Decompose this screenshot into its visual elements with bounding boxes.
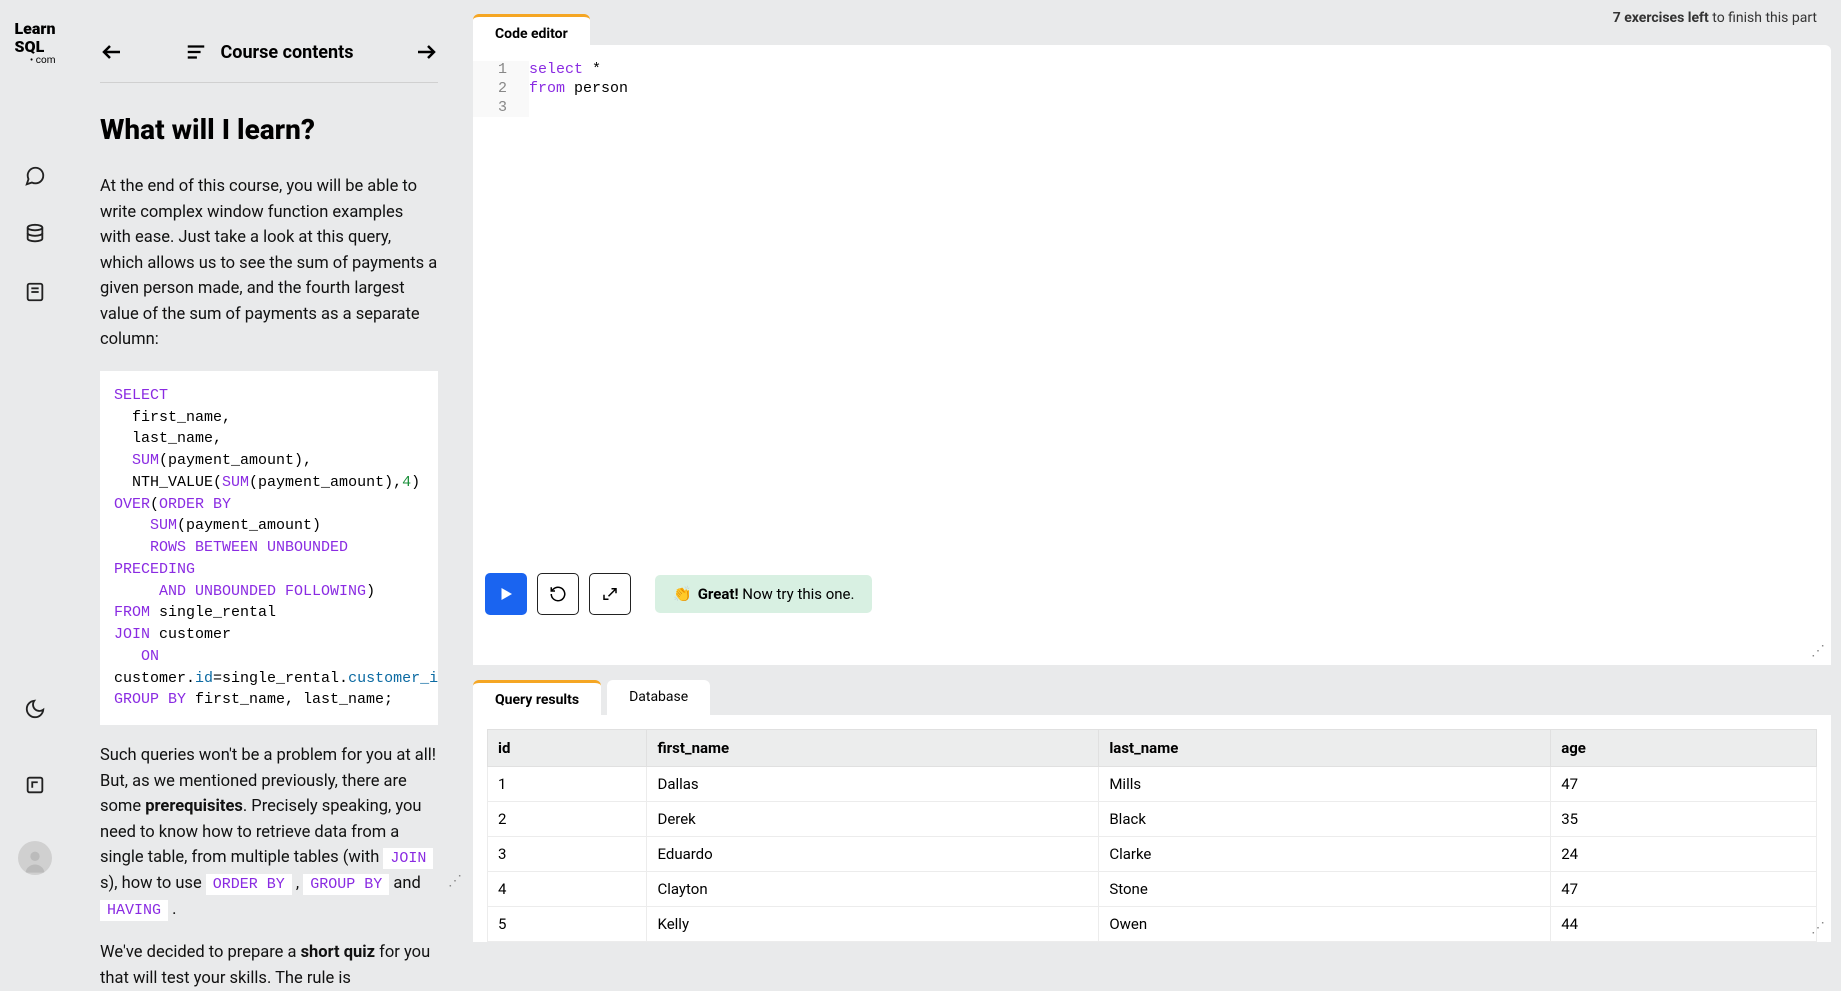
results-panel: id first_name last_name age 1DallasMills… — [473, 715, 1831, 942]
menu-icon — [185, 41, 207, 63]
table-row: 3EduardoClarke24 — [488, 837, 1817, 872]
fullscreen-icon[interactable] — [15, 765, 55, 805]
exercises-remaining: 7 exercises left to finish this part — [1613, 10, 1817, 26]
line-gutter: 1 2 3 — [473, 61, 529, 117]
tab-database[interactable]: Database — [607, 680, 710, 715]
code-editor-panel: 1 2 3 select * from person 👏 Great! Now … — [473, 45, 1831, 665]
share-button[interactable] — [589, 573, 631, 615]
table-row: 5KellyOwen44 — [488, 907, 1817, 942]
col-id: id — [488, 730, 647, 767]
avatar[interactable] — [18, 841, 52, 875]
database-icon[interactable] — [15, 214, 55, 254]
results-table: id first_name last_name age 1DallasMills… — [487, 729, 1817, 942]
col-last-name: last_name — [1099, 730, 1551, 767]
code-textarea[interactable]: select * from person — [529, 61, 1821, 99]
feedback-banner: 👏 Great! Now try this one. — [655, 575, 872, 613]
table-row: 4ClaytonStone47 — [488, 872, 1817, 907]
example-sql-block: SELECT first_name, last_name, SUM(paymen… — [100, 371, 438, 725]
lesson-paragraph-1: At the end of this course, you will be a… — [100, 174, 438, 353]
run-button[interactable] — [485, 573, 527, 615]
clap-icon: 👏 — [673, 585, 692, 603]
tab-code-editor[interactable]: Code editor — [473, 14, 590, 49]
logo-line1: Learn — [15, 19, 56, 38]
resize-handle-icon[interactable]: ⋰ — [448, 873, 462, 889]
resize-handle-icon[interactable]: ⋰ — [1811, 643, 1825, 659]
course-contents-link[interactable]: Course contents — [221, 42, 354, 63]
resize-handle-icon[interactable]: ⋰ — [1811, 920, 1825, 936]
page-title: What will I learn? — [100, 113, 438, 146]
reset-button[interactable] — [537, 573, 579, 615]
logo-line2: SQL — [15, 37, 45, 56]
chat-icon[interactable] — [15, 156, 55, 196]
lesson-paragraph-2: Such queries won't be a problem for you … — [100, 743, 438, 922]
forward-button[interactable] — [414, 40, 438, 64]
tab-query-results[interactable]: Query results — [473, 680, 601, 715]
dark-mode-icon[interactable] — [15, 689, 55, 729]
table-row: 2DerekBlack35 — [488, 802, 1817, 837]
col-age: age — [1551, 730, 1817, 767]
table-row: 1DallasMills47 — [488, 767, 1817, 802]
back-button[interactable] — [100, 40, 124, 64]
col-first-name: first_name — [647, 730, 1099, 767]
lesson-paragraph-3: We've decided to prepare a short quiz fo… — [100, 940, 438, 991]
logo[interactable]: Learn SQL • com — [15, 20, 56, 66]
notes-icon[interactable] — [15, 272, 55, 312]
logo-dotcom: • com — [15, 55, 56, 66]
